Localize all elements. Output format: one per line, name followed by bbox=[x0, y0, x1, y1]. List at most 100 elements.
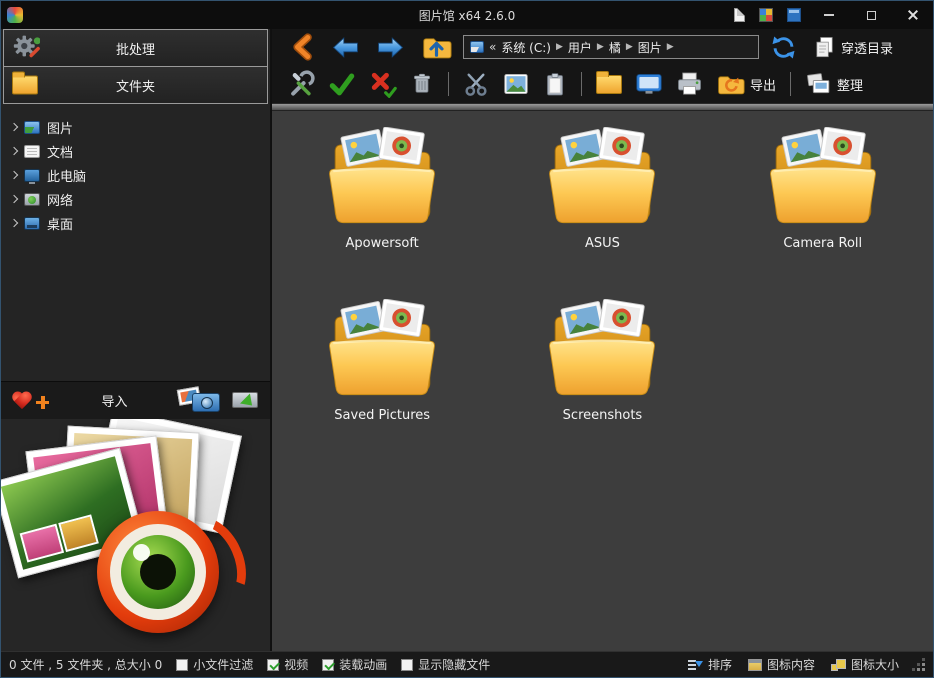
sidebar-spacer bbox=[1, 234, 270, 381]
titlebar[interactable]: 图片馆 x64 2.6.0 bbox=[1, 1, 933, 29]
breadcrumb-separator: ▶ bbox=[597, 42, 604, 52]
folder-item[interactable]: Saved Pictures bbox=[272, 299, 492, 471]
left-arrow-icon bbox=[331, 35, 360, 60]
sidebar-tree-item[interactable]: 文档 bbox=[9, 140, 270, 162]
new-folder-button[interactable] bbox=[591, 73, 627, 96]
statusbar-action[interactable]: 排序 bbox=[688, 656, 732, 673]
folder-icon bbox=[540, 299, 664, 404]
scissors-icon bbox=[463, 71, 489, 98]
passthrough-pages-icon bbox=[813, 35, 836, 60]
filter-checkbox-item[interactable]: 小文件过滤 bbox=[176, 656, 253, 673]
batch-process-button[interactable]: 批处理 bbox=[3, 29, 268, 67]
folder-icon bbox=[320, 127, 444, 232]
folder-item[interactable]: Apowersoft bbox=[272, 127, 492, 299]
print-button[interactable] bbox=[671, 69, 708, 99]
camera-import-icon[interactable] bbox=[178, 387, 222, 415]
status-actions: 排序 图标内容 图标大小 bbox=[688, 656, 899, 673]
folder-item[interactable]: Screenshots bbox=[492, 299, 712, 471]
folder-grid: Apowersoft bbox=[272, 111, 933, 651]
checkbox[interactable] bbox=[267, 659, 279, 671]
sidebar-tree-item[interactable]: 此电脑 bbox=[9, 164, 270, 186]
paste-image-icon bbox=[502, 71, 530, 97]
nav-right-button[interactable] bbox=[371, 33, 410, 62]
toolbar-separator bbox=[790, 72, 791, 96]
color-grid-icon[interactable] bbox=[759, 8, 773, 22]
check-icon bbox=[328, 70, 356, 98]
slideshow-button[interactable] bbox=[630, 70, 668, 98]
delete-button[interactable] bbox=[405, 68, 439, 100]
folder-icon bbox=[540, 127, 664, 232]
tools-button[interactable] bbox=[282, 68, 320, 100]
filter-checkbox-item[interactable]: 视频 bbox=[267, 656, 308, 673]
folders-button[interactable]: 文件夹 bbox=[3, 66, 268, 104]
computer-icon bbox=[24, 169, 40, 182]
minimize-button[interactable] bbox=[815, 5, 843, 25]
status-summary: 0 文件 , 5 文件夹 , 总大小 0 bbox=[9, 656, 162, 673]
trash-icon bbox=[410, 70, 434, 98]
paste-image-button[interactable] bbox=[497, 69, 535, 99]
checkbox[interactable] bbox=[176, 659, 188, 671]
checkbox[interactable] bbox=[401, 659, 413, 671]
expander-icon[interactable] bbox=[10, 171, 18, 179]
sort-icon bbox=[688, 659, 703, 671]
resize-grip[interactable] bbox=[913, 659, 925, 671]
breadcrumb-segment[interactable]: 图片 bbox=[638, 39, 662, 56]
filter-checkbox-item[interactable]: 装载动画 bbox=[322, 656, 387, 673]
toolbar-separator bbox=[581, 72, 582, 96]
address-bar[interactable]: « 系统 (C:) ▶ 用户 ▶ 橘 ▶ 图片 ▶ bbox=[463, 35, 759, 59]
export-button[interactable]: 导出 bbox=[711, 70, 781, 99]
organize-cards-icon bbox=[805, 71, 832, 97]
screen-icon bbox=[635, 72, 663, 96]
breadcrumb-segment[interactable]: 系统 (C:) bbox=[501, 39, 551, 56]
expander-icon[interactable] bbox=[10, 123, 18, 131]
refresh-button[interactable] bbox=[765, 32, 802, 63]
sidebar-tree-item[interactable]: 桌面 bbox=[9, 212, 270, 234]
export-folder-icon bbox=[716, 72, 745, 97]
passthrough-button[interactable]: 穿透目录 bbox=[808, 33, 898, 62]
back-button[interactable] bbox=[286, 31, 320, 63]
breadcrumb: 系统 (C:) ▶ 用户 ▶ 橘 ▶ 图片 ▶ bbox=[501, 39, 674, 56]
icon-content-icon bbox=[748, 659, 762, 671]
uncheck-button[interactable] bbox=[364, 68, 402, 100]
folder-name: ASUS bbox=[585, 236, 620, 251]
sidebar-tree-item[interactable]: 图片 bbox=[9, 116, 270, 138]
toolbar-grip bbox=[272, 103, 933, 111]
statusbar-action[interactable]: 图标内容 bbox=[748, 656, 815, 673]
panel-icon[interactable] bbox=[787, 8, 801, 22]
logo-eye-icon bbox=[97, 511, 219, 633]
app-icon bbox=[7, 7, 23, 23]
passthrough-label: 穿透目录 bbox=[841, 38, 893, 57]
action-toolbar: 导出 整理 bbox=[272, 65, 933, 103]
clipboard-button[interactable] bbox=[538, 69, 572, 100]
breadcrumb-segment[interactable]: 橘 bbox=[609, 39, 621, 56]
maximize-button[interactable] bbox=[857, 5, 885, 25]
statusbar-action[interactable]: 图标大小 bbox=[831, 656, 899, 673]
device-import-icon[interactable] bbox=[230, 389, 260, 413]
document-icon[interactable] bbox=[734, 8, 745, 22]
import-label[interactable]: 导入 bbox=[59, 391, 170, 410]
close-button[interactable] bbox=[899, 5, 927, 25]
folder-item[interactable]: Camera Roll bbox=[713, 127, 933, 299]
filter-checkbox-item[interactable]: 显示隐藏文件 bbox=[401, 656, 490, 673]
icon-size-icon bbox=[831, 659, 846, 671]
favorite-add-icon[interactable] bbox=[11, 389, 51, 413]
tools-icon bbox=[287, 70, 315, 98]
breadcrumb-separator: ▶ bbox=[667, 42, 674, 52]
sidebar: 批处理 文件夹 图片 文档 此电脑 网络 桌面 导入 bbox=[1, 29, 271, 651]
folder-up-icon bbox=[421, 33, 452, 61]
folder-item[interactable]: ASUS bbox=[492, 127, 712, 299]
folder-up-button[interactable] bbox=[416, 31, 457, 63]
expander-icon[interactable] bbox=[10, 147, 18, 155]
breadcrumb-separator: ▶ bbox=[626, 42, 633, 52]
cut-button[interactable] bbox=[458, 69, 494, 100]
expander-icon[interactable] bbox=[10, 219, 18, 227]
export-label: 导出 bbox=[750, 75, 776, 94]
folder-icon bbox=[596, 75, 622, 94]
breadcrumb-segment[interactable]: 用户 bbox=[568, 39, 592, 56]
organize-button[interactable]: 整理 bbox=[800, 69, 868, 99]
check-button[interactable] bbox=[323, 68, 361, 100]
checkbox[interactable] bbox=[322, 659, 334, 671]
expander-icon[interactable] bbox=[10, 195, 18, 203]
sidebar-tree-item[interactable]: 网络 bbox=[9, 188, 270, 210]
nav-left-button[interactable] bbox=[326, 33, 365, 62]
